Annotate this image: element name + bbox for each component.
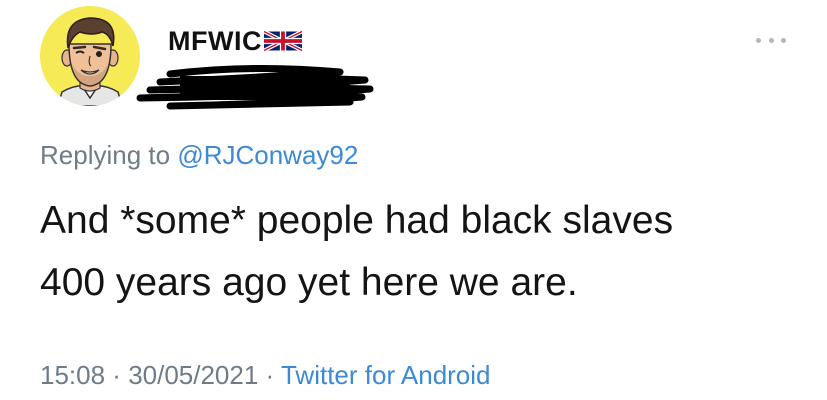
- uk-flag-icon: [263, 29, 303, 53]
- tweet-text-line: 400 years ago yet here we are.: [40, 261, 578, 304]
- more-options-button[interactable]: [756, 30, 786, 50]
- more-dot: [768, 37, 774, 43]
- tweet-text-line: And *some* people had black slaves: [40, 199, 674, 242]
- redaction-scribble: [136, 64, 374, 110]
- author-row[interactable]: MFWIC: [168, 24, 303, 58]
- tweet-source-link[interactable]: Twitter for Android: [281, 360, 491, 390]
- avatar[interactable]: [40, 6, 140, 106]
- tweet-date[interactable]: 30/05/2021: [128, 360, 258, 390]
- display-name[interactable]: MFWIC: [168, 26, 262, 57]
- meta-separator: ·: [105, 360, 129, 390]
- more-dot: [781, 37, 786, 43]
- reply-mention-link[interactable]: @RJConway92: [177, 140, 358, 170]
- tweet-time[interactable]: 15:08: [40, 360, 105, 390]
- replying-prefix: Replying to: [40, 140, 171, 170]
- tweet-card: MFWIC Replying to @RJConway92 And *some*…: [0, 0, 827, 400]
- cartoon-avatar-icon: [40, 6, 140, 106]
- more-dot: [756, 37, 761, 43]
- tweet-text: And *some* people had black slaves 400 y…: [40, 190, 800, 314]
- tweet-meta: 15:08 · 30/05/2021 · Twitter for Android: [40, 360, 491, 391]
- replying-to: Replying to @RJConway92: [40, 140, 358, 171]
- meta-separator: ·: [258, 360, 281, 390]
